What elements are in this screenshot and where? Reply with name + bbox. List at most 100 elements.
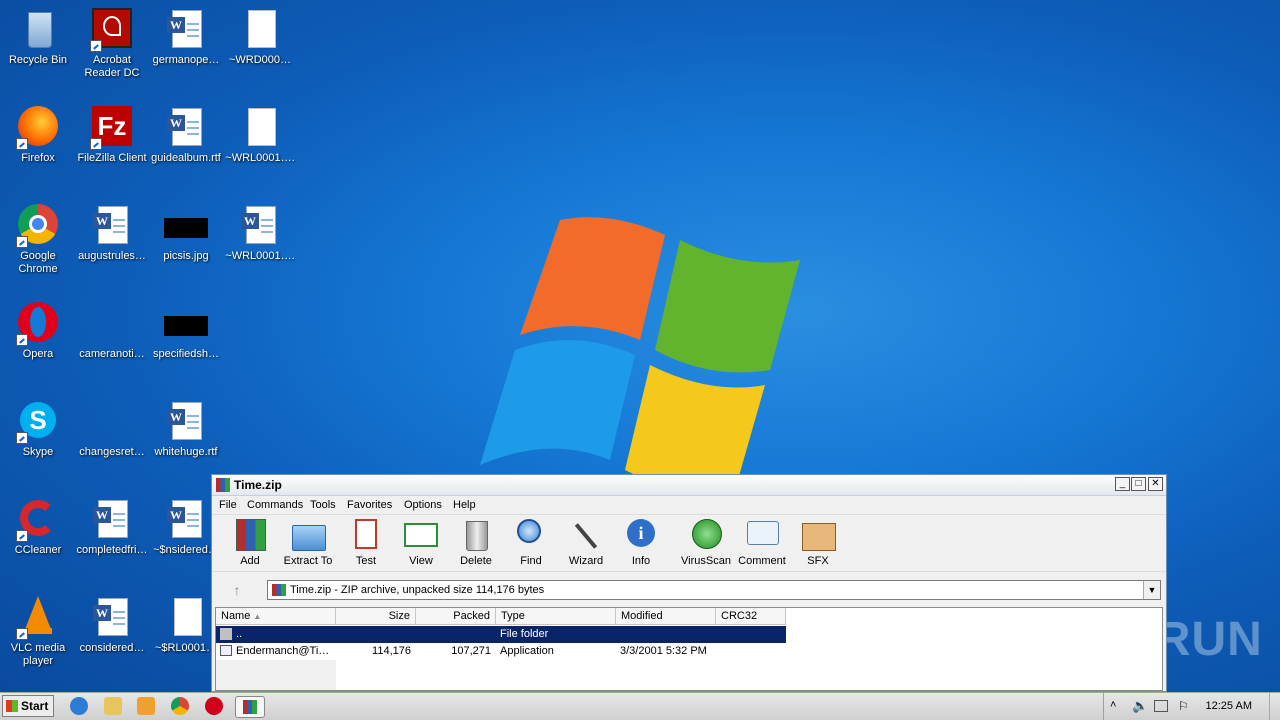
file-list[interactable]: Name ▲ Size Packed Type Modified CRC32 .… [215,607,1163,691]
file-icon [90,400,134,444]
desktop-icon-vlc[interactable]: VLC media player [0,596,76,668]
taskbar-winrar-button[interactable] [235,696,265,718]
desktop-icon-skype[interactable]: S Skype [0,400,76,459]
desktop-icon-picsis[interactable]: picsis.jpg [148,204,224,263]
desktop-icon-filezilla[interactable]: Fz FileZilla Client [74,106,150,165]
desktop-icon-label: Skype [22,446,54,458]
trash-icon [458,517,494,553]
word-doc-icon: W [90,596,134,640]
view-button[interactable]: View [394,517,448,567]
desktop-icon-recycle-bin[interactable]: Recycle Bin [0,8,76,67]
window-titlebar[interactable]: Time.zip _ □ ✕ [212,475,1166,496]
opera-icon [16,302,60,346]
desktop-icon-cameranoti[interactable]: cameranoti… [74,302,150,361]
chevron-down-icon[interactable]: ▼ [1143,581,1160,599]
up-arrow-icon[interactable]: ↑ [217,579,257,601]
column-header-crc32[interactable]: CRC32 [716,608,786,625]
virusscan-button[interactable]: VirusScan [679,517,733,567]
file-explorer-icon[interactable] [104,697,122,715]
table-row[interactable]: .. File folder [216,626,786,643]
clock[interactable]: 12:25 AM [1206,700,1252,712]
desktop-icon-specifiedsh[interactable]: specifiedsh… [148,302,224,361]
table-row[interactable]: Endermanch@Ti… 114,176 107,271 Applicati… [216,643,786,660]
desktop-icon-label: germanope… [152,54,220,66]
desktop-icon-label: FileZilla Client [77,152,147,164]
opera-icon[interactable] [205,697,223,715]
column-header-modified[interactable]: Modified [616,608,716,625]
windows-flag-icon [6,700,18,712]
internet-explorer-icon[interactable] [70,697,88,715]
firefox-icon [16,106,60,150]
word-doc-icon: W [90,204,134,248]
comment-button[interactable]: Comment [735,517,789,567]
maximize-button[interactable]: □ [1131,477,1146,491]
desktop-icon-changesret[interactable]: changesret… [74,400,150,459]
zip-archive-icon [272,584,286,596]
test-button[interactable]: Test [339,517,393,567]
delete-button[interactable]: Delete [449,517,503,567]
desktop-icon-label: ~WRL0001…. [225,250,295,262]
desktop-icon-wrl0001-a[interactable]: ~WRL0001…. [222,106,298,165]
sfx-button[interactable]: SFX [791,517,845,567]
desktop-icon-label: Opera [22,348,54,360]
blank-file-icon [164,596,208,640]
filezilla-icon: Fz [90,106,134,150]
minimize-button[interactable]: _ [1115,477,1130,491]
column-header-size[interactable]: Size [336,608,416,625]
info-button[interactable]: i Info [614,517,668,567]
menu-commands[interactable]: Commands [247,499,303,511]
column-header-type[interactable]: Type [496,608,616,625]
column-header-packed[interactable]: Packed [416,608,496,625]
desktop-icon-acrobat[interactable]: Acrobat Reader DC [74,8,150,80]
ccleaner-icon [16,498,60,542]
desktop-icon-guidealbum[interactable]: W guidealbum.rtf [148,106,224,165]
menu-favorites[interactable]: Favorites [347,499,392,511]
chrome-icon [16,204,60,248]
add-button[interactable]: Add [223,517,277,567]
info-icon: i [623,517,659,553]
sort-ascending-icon: ▲ [253,612,262,621]
window-title: Time.zip [234,478,282,492]
skype-icon: S [16,400,60,444]
start-button[interactable]: Start [2,695,54,717]
column-header-name[interactable]: Name ▲ [216,608,336,625]
comment-icon [744,517,780,553]
wizard-button[interactable]: Wizard [559,517,613,567]
desktop-icon-firefox[interactable]: Firefox [0,106,76,165]
word-doc-icon: W [90,498,134,542]
menu-options[interactable]: Options [404,499,442,511]
address-field[interactable]: Time.zip - ZIP archive, unpacked size 11… [267,580,1161,600]
menu-tools[interactable]: Tools [310,499,336,511]
find-button[interactable]: Find [504,517,558,567]
show-desktop-button[interactable] [1269,693,1280,720]
desktop-icon-opera[interactable]: Opera [0,302,76,361]
image-file-icon [164,302,208,346]
extract-to-button[interactable]: Extract To [281,517,335,567]
desktop-icon-chrome[interactable]: Google Chrome [0,204,76,276]
winrar-window[interactable]: Time.zip _ □ ✕ File Commands Tools Favor… [211,474,1167,692]
media-player-icon[interactable] [137,697,155,715]
book-icon [403,517,439,553]
menu-help[interactable]: Help [453,499,476,511]
recycle-bin-icon [16,8,60,52]
desktop-icon-wrd000[interactable]: ~WRD000… [222,8,298,67]
close-button[interactable]: ✕ [1148,477,1163,491]
menu-file[interactable]: File [219,499,237,511]
word-doc-icon: W [164,8,208,52]
network-icon[interactable] [1154,700,1168,712]
chevron-up-icon[interactable]: ˄ [1110,699,1116,711]
word-doc-icon: W [238,204,282,248]
windows-logo-wallpaper [480,217,800,490]
desktop-icon-augustrules[interactable]: W augustrules… [74,204,150,263]
action-center-flag-icon[interactable]: ⚐ [1178,699,1189,713]
desktop-icon-germanope[interactable]: W germanope… [148,8,224,67]
desktop-icon-considered[interactable]: W considered… [74,596,150,655]
magic-wand-icon [568,517,604,553]
desktop-icon-completedfri[interactable]: W completedfri… [74,498,150,557]
chrome-icon[interactable] [171,697,189,715]
desktop-icon-label: guidealbum.rtf [151,152,221,164]
desktop-icon-whitehuge[interactable]: W whitehuge.rtf [148,400,224,459]
desktop-icon-wrl0001-b[interactable]: W ~WRL0001…. [222,204,298,263]
speaker-icon[interactable]: 🔈 [1132,698,1148,714]
desktop-icon-ccleaner[interactable]: CCleaner [0,498,76,557]
